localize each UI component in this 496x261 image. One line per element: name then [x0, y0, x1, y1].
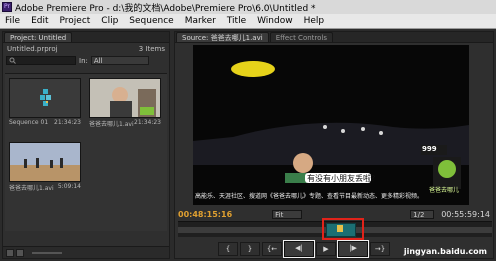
playback-resolution-select[interactable]: 1/2: [410, 209, 435, 219]
magnifier-icon: [9, 57, 16, 64]
menu-window[interactable]: Window: [252, 16, 299, 26]
subtitle-text: 有没有小朋友丢啦?: [307, 174, 376, 183]
step-forward-button[interactable]: |▶: [337, 240, 369, 258]
time-ruler[interactable]: [178, 218, 492, 240]
video-thumbnail-art: [90, 79, 160, 117]
project-file-row: Untitled.prproj 3 Items: [3, 43, 169, 55]
current-timecode[interactable]: 00:48:15:16: [178, 210, 232, 219]
tab-effect-controls[interactable]: Effect Controls: [269, 32, 334, 42]
project-file-name: Untitled.prproj: [7, 45, 58, 53]
menu-project[interactable]: Project: [55, 16, 97, 26]
sequence-thumbnail: [9, 78, 81, 118]
tab-project[interactable]: Project: Untitled: [4, 32, 73, 42]
go-to-out-button[interactable]: →}: [370, 242, 390, 256]
menu-file[interactable]: File: [0, 16, 26, 26]
menu-help[interactable]: Help: [299, 16, 331, 26]
annotation-highlight: [322, 218, 364, 240]
step-back-button[interactable]: ◀|: [283, 240, 315, 258]
menu-edit[interactable]: Edit: [26, 16, 54, 26]
menu-marker[interactable]: Marker: [180, 16, 222, 26]
video-thumbnail: [9, 142, 81, 182]
clip-name: 爸爸去哪儿1.avi: [9, 185, 54, 192]
channel-badge: 999: [422, 145, 437, 153]
project-search-input[interactable]: [6, 56, 76, 65]
tab-source[interactable]: Source: 爸爸去哪儿1.avi: [176, 32, 269, 42]
video-viewer: 有没有小朋友丢啦? 高能乐、天涯社区、搜道网《爸爸去哪儿》专题、查看节目最新动态…: [193, 45, 469, 205]
program-logo: 爸爸去哪儿: [429, 187, 460, 194]
menu-clip[interactable]: Clip: [96, 16, 124, 26]
in-label: In:: [79, 56, 88, 65]
in-filter-select[interactable]: All: [90, 56, 149, 65]
clip-name: 爸爸去哪儿1.avi: [89, 121, 134, 128]
window-titlebar: Pr Adobe Premiere Pro - d:\我的文档\Adobe\Pr…: [0, 0, 496, 14]
caption-text: 高能乐、天涯社区、搜道网《爸爸去哪儿》专题、查看节目最新动态、更多精彩视频。: [195, 193, 424, 200]
window-title: Adobe Premiere Pro - d:\我的文档\Adobe\Premi…: [15, 3, 316, 14]
go-to-in-button[interactable]: {←: [262, 242, 282, 256]
clip-item-sequence[interactable]: Sequence 01 21:34:23: [9, 78, 81, 126]
project-bin-view: Sequence 01 21:34:23 爸爸去哪儿1.avi 21:34:23…: [5, 73, 167, 231]
icon-view-icon[interactable]: [16, 248, 24, 257]
clip-item-video-2[interactable]: 爸爸去哪儿1.avi 5:09:14: [9, 142, 81, 192]
watermark-text: jingyan.baidu.com: [403, 247, 487, 256]
project-tabs: Project: Untitled: [3, 32, 169, 43]
menu-sequence[interactable]: Sequence: [124, 16, 179, 26]
premiere-app-icon: Pr: [2, 2, 12, 12]
menu-bar: File Edit Project Clip Sequence Marker T…: [0, 14, 496, 29]
sequence-icon: [40, 89, 51, 106]
project-item-count: 3 Items: [138, 45, 165, 53]
project-search-row: In: All: [3, 55, 169, 66]
project-panel-footer: [3, 246, 169, 258]
clip-duration: 5:09:14: [57, 183, 81, 190]
workspace: Project: Untitled Untitled.prproj 3 Item…: [0, 29, 496, 261]
duration-timecode: 00:55:59:14: [441, 209, 490, 219]
mark-out-button[interactable]: }: [240, 242, 260, 256]
clip-item-video-1[interactable]: 爸爸去哪儿1.avi 21:34:23: [89, 78, 161, 128]
list-view-icon[interactable]: [6, 248, 14, 257]
zoom-slider[interactable]: [32, 251, 62, 254]
source-monitor-panel: Source: 爸爸去哪儿1.avi Effect Controls 有没有小朋…: [174, 31, 494, 259]
menu-title[interactable]: Title: [222, 16, 252, 26]
clip-duration: 21:34:23: [134, 119, 161, 126]
video-thumbnail-art: [10, 143, 80, 181]
project-panel: Project: Untitled Untitled.prproj 3 Item…: [2, 31, 170, 259]
zoom-fit-select[interactable]: Fit: [272, 209, 303, 219]
clip-name: Sequence 01: [9, 119, 49, 126]
video-thumbnail: [89, 78, 161, 118]
mark-in-button[interactable]: {: [218, 242, 238, 256]
source-tabs: Source: 爸爸去哪儿1.avi Effect Controls: [175, 32, 493, 43]
play-button[interactable]: ▶: [316, 242, 336, 256]
clip-duration: 21:34:23: [54, 119, 81, 126]
